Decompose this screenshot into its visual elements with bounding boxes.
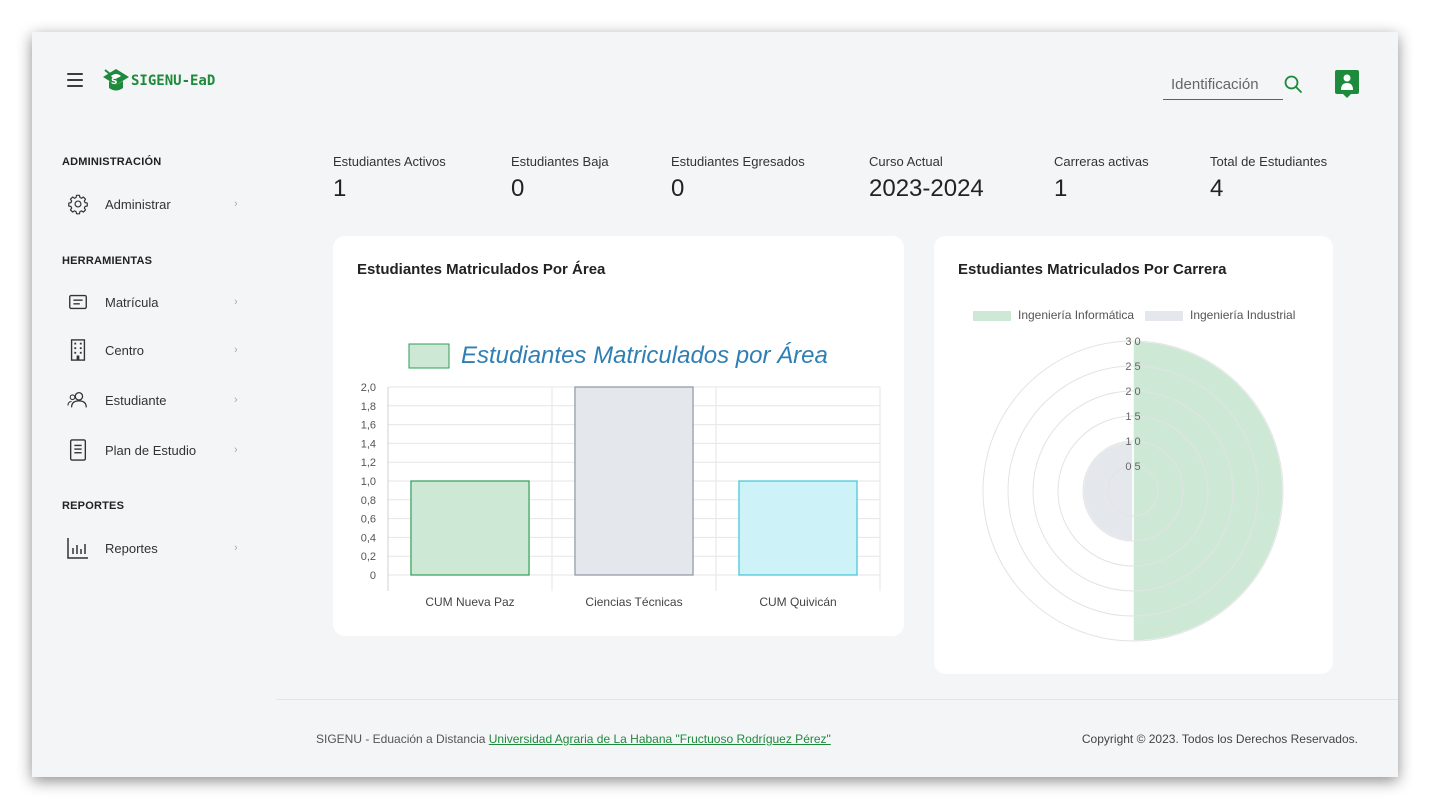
stat-curso-actual: Curso Actual 2023-2024 xyxy=(869,154,984,203)
sidebar-item-label: Matrícula xyxy=(105,294,159,310)
legend-swatch xyxy=(973,311,1011,321)
book-icon xyxy=(64,436,92,464)
r-tick-label: 1 5 xyxy=(1125,411,1140,423)
stat-estudiantes-baja: Estudiantes Baja 0 xyxy=(511,154,609,203)
footer-divider xyxy=(276,699,1398,700)
chevron-right-icon: › xyxy=(234,444,238,456)
bar-chart-icon xyxy=(64,534,92,562)
stat-value: 4 xyxy=(1210,175,1224,202)
sidebar-item-administrar[interactable]: Administrar › xyxy=(62,189,242,219)
stat-total-estudiantes: Total de Estudiantes 4 xyxy=(1210,154,1327,203)
sidebar-item-label: Estudiante xyxy=(105,392,167,408)
copyright-text: Copyright © 2023. Todos los Derechos Res… xyxy=(1081,732,1358,746)
polar-area-chart: Ingeniería Informática Ingeniería Industr… xyxy=(973,308,1295,642)
y-tick-label: 1,0 xyxy=(361,476,376,488)
bar xyxy=(410,480,530,576)
bar-chart: Estudiantes Matriculados por Área 0 0,2 0,4… xyxy=(361,342,881,609)
stat-label: Estudiantes Egresados xyxy=(671,154,805,169)
y-tick-label: 0,6 xyxy=(361,514,376,526)
svg-text:S: S xyxy=(111,77,117,87)
y-tick-label: 1,4 xyxy=(361,438,376,450)
sidebar-item-estudiante[interactable]: Estudiante › xyxy=(62,385,242,415)
stat-value: 1 xyxy=(1054,175,1068,202)
brand-name: SIGENU-EaD xyxy=(131,73,216,89)
search-input[interactable] xyxy=(1163,76,1283,93)
sidebar-item-label: Reportes xyxy=(105,540,158,556)
legend-swatch xyxy=(408,343,450,369)
users-icon xyxy=(64,386,92,414)
y-tick-label: 1,6 xyxy=(361,420,376,432)
bar xyxy=(738,480,858,576)
section-title-administracion: ADMINISTRACIÓN xyxy=(62,156,162,168)
chevron-right-icon: › xyxy=(234,344,238,356)
sidebar-item-matricula[interactable]: Matrícula › xyxy=(62,287,242,317)
search-icon[interactable] xyxy=(1283,74,1303,94)
menu-toggle-icon[interactable] xyxy=(67,73,83,87)
chevron-right-icon: › xyxy=(234,542,238,554)
sidebar-item-centro[interactable]: Centro › xyxy=(62,335,242,365)
career-chart-card: Estudiantes Matriculados Por Carrera Ing… xyxy=(934,236,1333,674)
r-tick-label: 3 0 xyxy=(1125,336,1140,348)
stat-value: 0 xyxy=(511,175,525,202)
sidebar-item-label: Administrar xyxy=(105,196,171,212)
chevron-right-icon: › xyxy=(234,394,238,406)
x-tick-label: Ciencias Técnicas xyxy=(585,595,682,609)
chevron-right-icon: › xyxy=(234,296,238,308)
stat-value: 2023-2024 xyxy=(869,175,984,202)
legend-label: Estudiantes Matriculados por Área xyxy=(461,342,828,369)
chevron-right-icon: › xyxy=(234,198,238,210)
user-profile-icon[interactable] xyxy=(1334,69,1360,99)
y-tick-label: 0,2 xyxy=(361,551,376,563)
r-tick-label: 1 0 xyxy=(1125,436,1140,448)
sidebar-item-reportes[interactable]: Reportes › xyxy=(62,533,242,563)
stat-value: 0 xyxy=(671,175,685,202)
section-title-reportes: REPORTES xyxy=(62,500,125,512)
sidebar-item-label: Centro xyxy=(105,342,145,358)
r-tick-label: 2 5 xyxy=(1125,361,1140,373)
r-tick-label: 2 0 xyxy=(1125,386,1140,398)
stat-carreras-activas: Carreras activas 1 xyxy=(1054,154,1149,203)
y-tick-label: 0,8 xyxy=(361,495,376,507)
y-tick-label: 2,0 xyxy=(361,382,376,394)
gear-icon xyxy=(64,190,92,218)
stat-label: Estudiantes Baja xyxy=(511,154,609,169)
r-tick-label: 0 5 xyxy=(1125,461,1140,473)
search-box[interactable] xyxy=(1163,70,1283,100)
app-window: S SIGENU-EaD ADMINISTRACIÓN Administrar … xyxy=(32,32,1398,777)
footer-credits: SIGENU - Eduación a Distancia Universida… xyxy=(316,732,831,746)
legend-swatch xyxy=(1145,311,1183,321)
list-card-icon xyxy=(64,288,92,316)
stat-label: Total de Estudiantes xyxy=(1210,154,1328,169)
stat-label: Estudiantes Activos xyxy=(333,154,446,169)
y-tick-label: 1,8 xyxy=(361,401,376,413)
university-link[interactable]: Universidad Agraria de La Habana "Fructu… xyxy=(489,732,831,746)
x-tick-label: CUM Nueva Paz xyxy=(425,595,514,609)
brand-logo[interactable]: S SIGENU-EaD xyxy=(101,66,215,96)
section-title-herramientas: HERRAMIENTAS xyxy=(62,255,153,267)
legend-label: Ingeniería Informática xyxy=(1018,308,1134,322)
stat-value: 1 xyxy=(333,175,347,202)
graduation-cap-logo-icon: S xyxy=(103,69,129,91)
footer-text: SIGENU - Eduación a Distancia xyxy=(316,732,489,746)
stat-label: Carreras activas xyxy=(1054,154,1149,169)
sidebar-item-label: Plan de Estudio xyxy=(105,442,197,458)
x-tick-label: CUM Quivicán xyxy=(759,595,836,609)
legend-label: Ingeniería Industrial xyxy=(1190,308,1295,322)
sidebar-item-plan-de-estudio[interactable]: Plan de Estudio › xyxy=(62,435,242,465)
y-tick-label: 0 xyxy=(370,570,376,582)
stat-estudiantes-activos: Estudiantes Activos 1 xyxy=(333,154,446,203)
y-tick-label: 0,4 xyxy=(361,532,376,544)
stat-label: Curso Actual xyxy=(869,154,943,169)
y-tick-label: 1,2 xyxy=(361,457,376,469)
building-icon xyxy=(64,336,92,364)
area-chart-card: Estudiantes Matriculados Por Área Estudi… xyxy=(333,236,904,636)
bar xyxy=(574,386,694,576)
stat-estudiantes-egresados: Estudiantes Egresados 0 xyxy=(671,154,805,203)
